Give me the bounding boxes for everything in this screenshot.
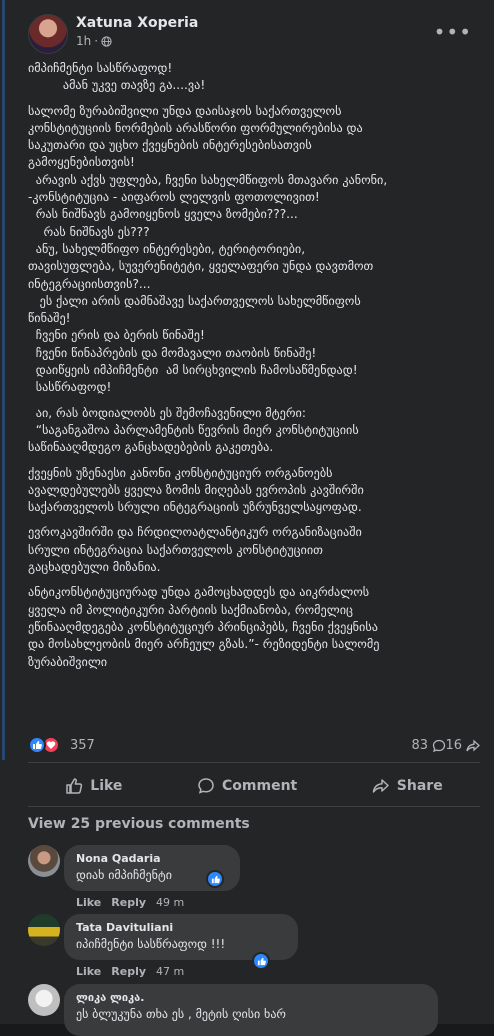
comment-time[interactable]: 47 m xyxy=(156,965,184,978)
commenter-avatar[interactable] xyxy=(28,845,60,877)
share-button[interactable]: Share xyxy=(362,771,453,801)
comment-reply-link[interactable]: Reply xyxy=(111,896,146,909)
like-icon xyxy=(66,778,83,794)
post-paragraph: აი, რას ბოდიალობს ეს შემოჩავენილი მტერი:… xyxy=(28,405,359,455)
comment-bubble: ლიკა ლიკა. ეს ბლუკუნა თხა ეს , მეტის ღის… xyxy=(64,984,438,1036)
comment: Nona Qadaria დიახ იმპიჩმენტი Like Reply … xyxy=(28,845,478,915)
share-label: Share xyxy=(396,778,443,794)
commenter-avatar[interactable] xyxy=(28,984,60,1016)
comment-text: იპიჩმენტი სასწრაფოდ !!! xyxy=(76,937,226,951)
post-paragraph: იმპიჩმენტი სასწრაფოდ! ამან უკვე თავზე გა… xyxy=(28,61,206,93)
share-icon xyxy=(466,739,480,751)
comment-text: ეს ბლუკუნა თხა ეს , მეტის ღისი ხარ xyxy=(76,1007,286,1021)
like-reaction-icon[interactable] xyxy=(252,952,270,970)
comment-icon xyxy=(198,778,214,794)
comment-like-link[interactable]: Like xyxy=(76,896,101,909)
comment: ლიკა ლიკა. ეს ბლუკუნა თხა ეს , მეტის ღის… xyxy=(28,984,478,1036)
comment-like-link[interactable]: Like xyxy=(76,965,101,978)
reaction-count[interactable]: 357 xyxy=(70,738,95,753)
like-button[interactable]: Like xyxy=(55,771,132,801)
post-body: იმპიჩმენტი სასწრაფოდ! ამან უკვე თავზე გა… xyxy=(28,60,480,679)
post-meta: 1h · xyxy=(76,34,112,48)
comment: Tata Davituliani იპიჩმენტი სასწრაფოდ !!!… xyxy=(28,914,478,984)
divider xyxy=(28,762,480,763)
commenter-avatar[interactable] xyxy=(28,914,60,946)
comment-icon xyxy=(432,739,446,752)
comment-actions: Like Reply 49 m xyxy=(76,896,184,909)
share-count[interactable]: 16 xyxy=(445,738,480,753)
post-paragraph: სალომე ზურაბიშვილი უნდა დაისაჯოს საქართვ… xyxy=(28,103,388,395)
commenter-name[interactable]: ლიკა ლიკა. xyxy=(76,991,426,1004)
more-icon[interactable]: ••• xyxy=(434,20,472,44)
like-label: Like xyxy=(90,778,123,794)
post-header: Xatuna Xoperia 1h · ••• xyxy=(28,12,484,54)
comment-count[interactable]: 83 xyxy=(411,738,446,753)
share-count-value: 16 xyxy=(445,738,462,753)
commenter-name[interactable]: Tata Davituliani xyxy=(76,921,286,934)
post-time[interactable]: 1h xyxy=(76,34,91,48)
comment-count-value: 83 xyxy=(411,738,428,753)
globe-icon xyxy=(101,35,112,47)
post-paragraph: ანტიკონსტიტუციურად უნდა გამოცხადდეს და ა… xyxy=(28,585,380,669)
comment-reply-link[interactable]: Reply xyxy=(111,965,146,978)
post-paragraph: ევროკავშირში და ჩრდილოატლანტიკურ ორგანიზ… xyxy=(28,525,362,575)
author-name[interactable]: Xatuna Xoperia xyxy=(76,15,198,31)
post-paragraph: ქვეყნის უზენაესი კანონი კონსტიტუციურ ორგ… xyxy=(28,465,364,515)
reaction-icons[interactable] xyxy=(28,736,60,754)
comment-label: Comment xyxy=(222,778,298,794)
post-card: Xatuna Xoperia 1h · ••• იმპიჩმენტი სასწრ… xyxy=(0,0,494,1036)
reactions-row: 357 83 16 xyxy=(28,735,480,757)
view-previous-comments[interactable]: View 25 previous comments xyxy=(28,816,250,832)
author-avatar[interactable] xyxy=(28,14,68,54)
comment-time[interactable]: 49 m xyxy=(156,896,184,909)
like-reaction-icon xyxy=(28,736,46,754)
post-actions: Like Comment Share xyxy=(28,768,480,804)
post-highlight-bar xyxy=(2,0,5,760)
comment-actions: Like Reply 47 m xyxy=(76,965,184,978)
comment-button[interactable]: Comment xyxy=(187,771,307,801)
divider xyxy=(28,806,480,807)
like-reaction-icon[interactable] xyxy=(206,870,224,888)
commenter-name[interactable]: Nona Qadaria xyxy=(76,852,228,865)
share-icon xyxy=(372,779,389,793)
